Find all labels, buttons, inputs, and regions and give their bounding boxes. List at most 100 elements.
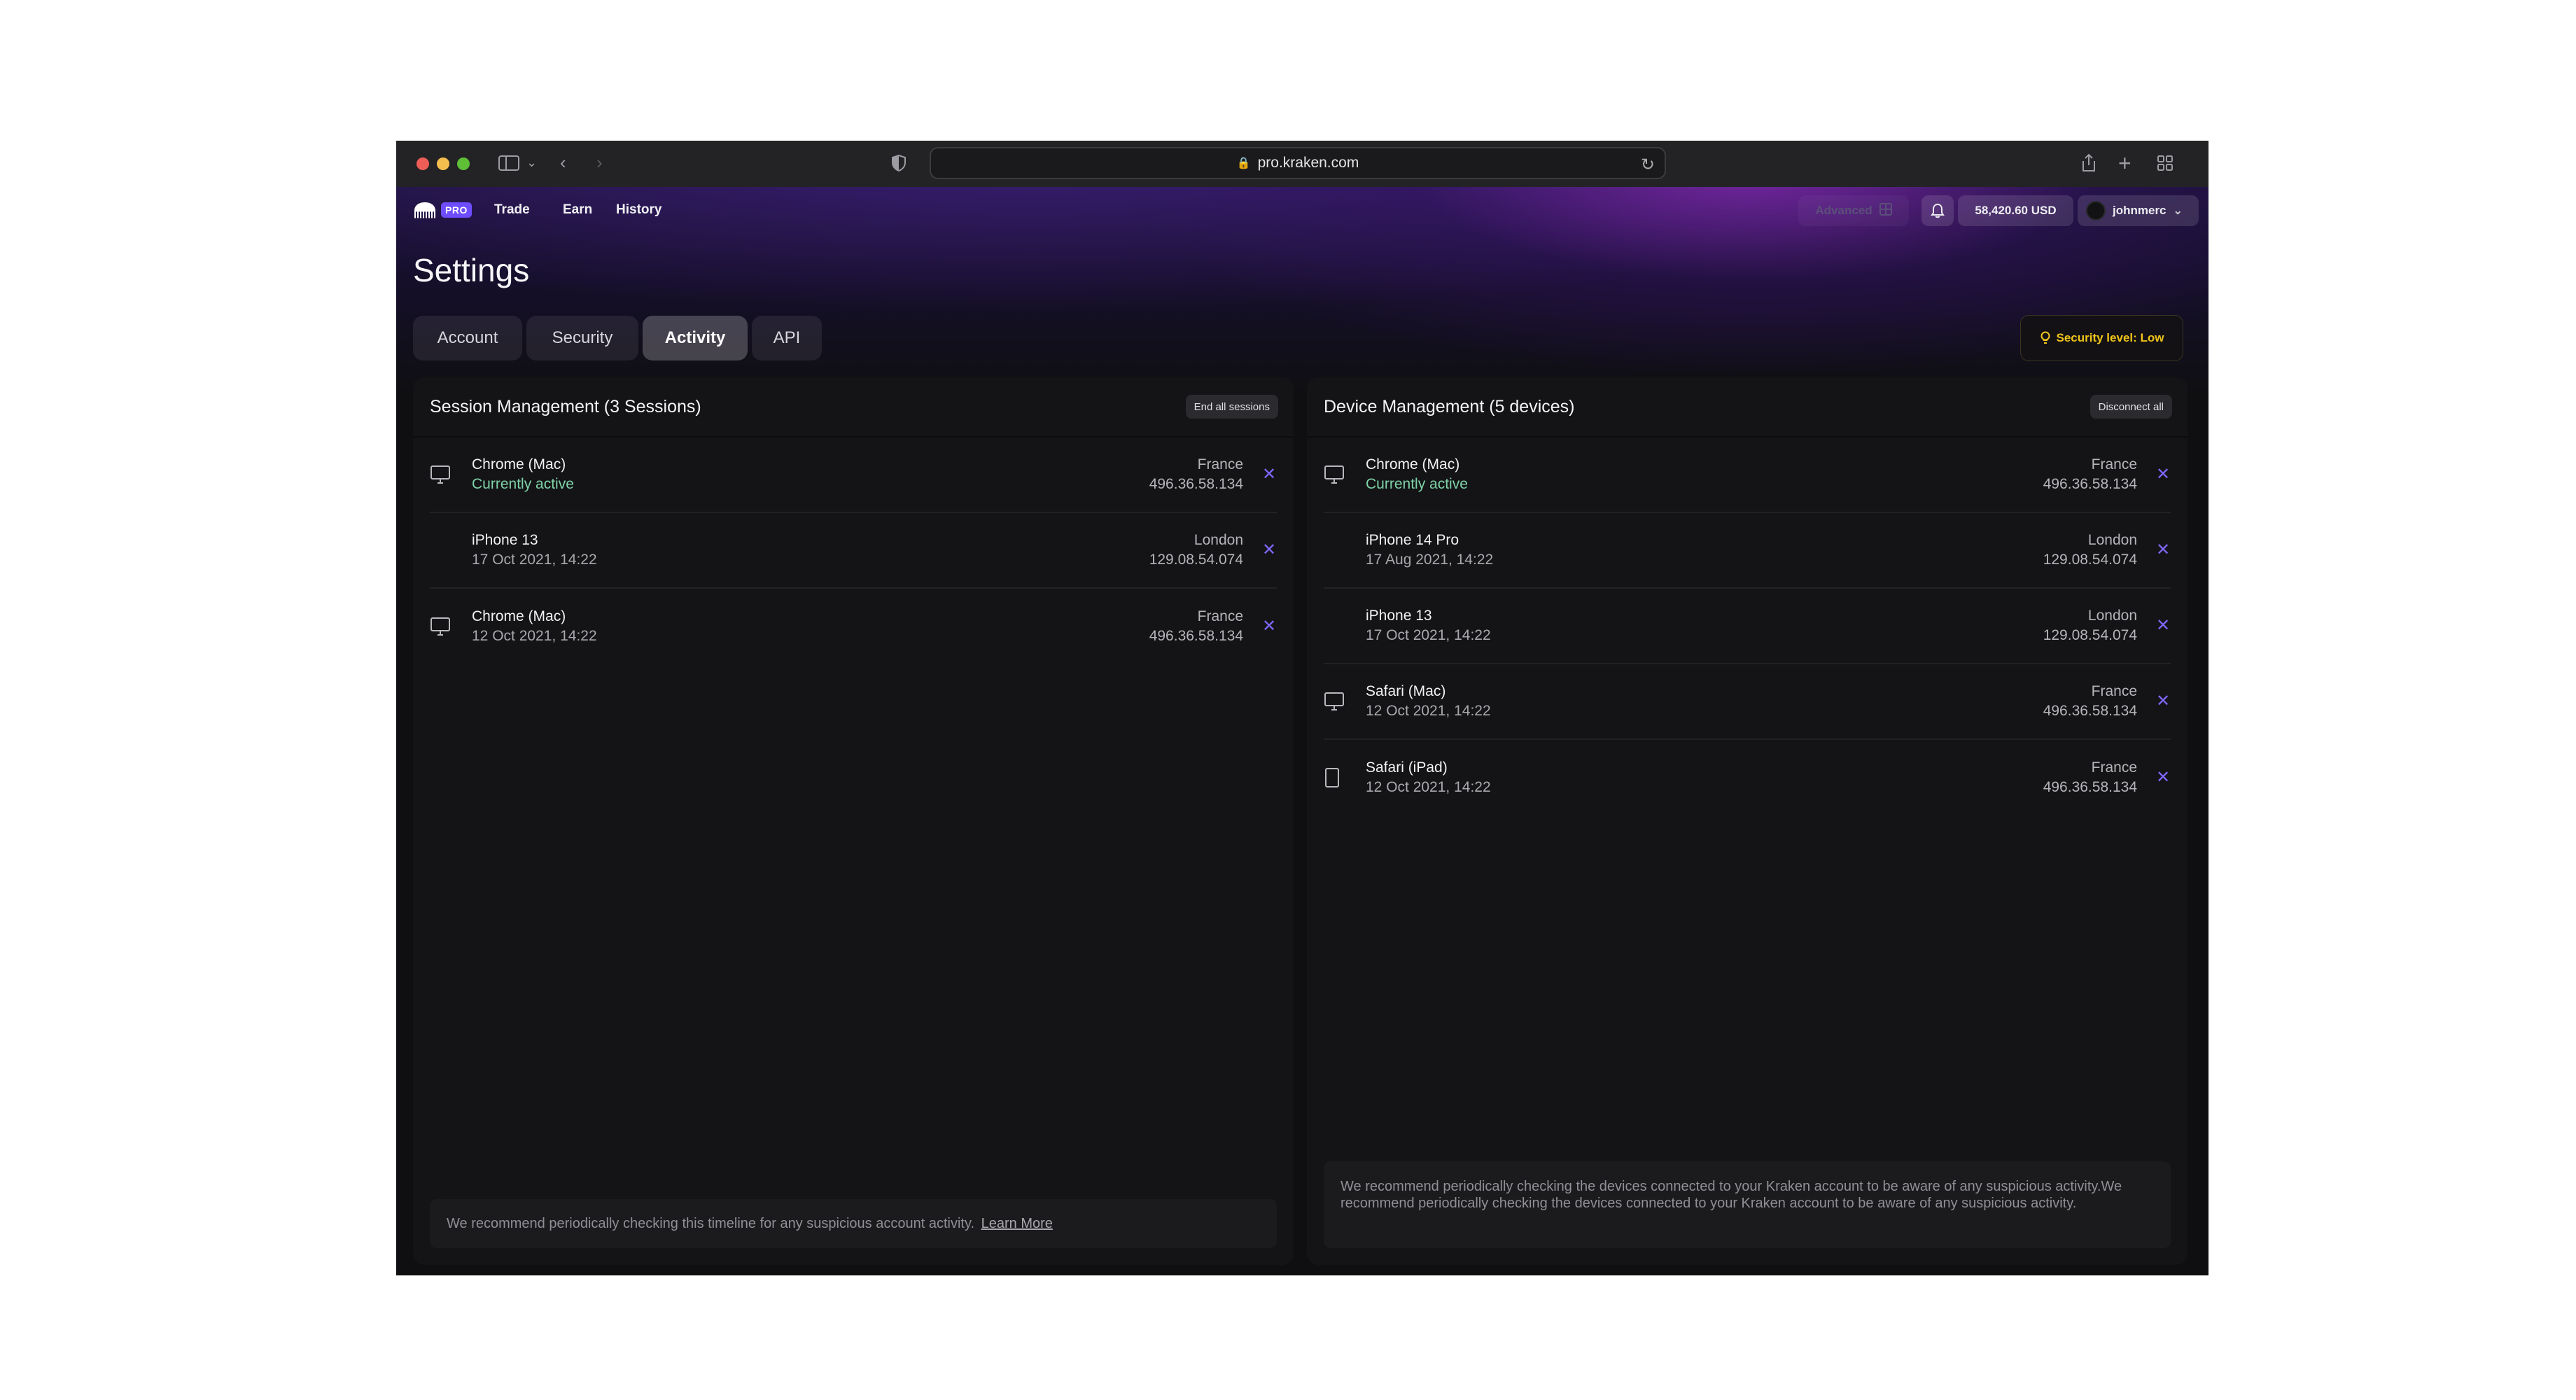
device-panel-header: Device Management (5 devices) Disconnect… [1307, 377, 2188, 438]
device-panel-title: Device Management (5 devices) [1324, 396, 1575, 416]
window-controls [416, 158, 470, 170]
close-icon[interactable]: ✕ [2155, 693, 2171, 710]
url-bar[interactable]: 🔒 pro.kraken.com ↻ [930, 147, 1666, 179]
close-icon[interactable]: ✕ [2155, 542, 2171, 559]
nav-link-trade[interactable]: Trade [494, 202, 530, 218]
session-device-name: iPhone 13 [472, 532, 538, 548]
tab-activity[interactable]: Activity [643, 316, 748, 360]
list-item: iPhone 13 17 Oct 2021, 14:22 London 129.… [430, 513, 1277, 589]
session-location: London [1194, 532, 1243, 548]
username: johnmerc [2113, 204, 2166, 217]
session-list: Chrome (Mac) Currently active France 496… [413, 438, 1294, 664]
forward-arrow-icon[interactable]: › [596, 153, 603, 172]
session-ip: 496.36.58.134 [1149, 476, 1243, 492]
security-level-text: Security level: Low [2056, 331, 2164, 344]
device-name: Chrome (Mac) [1366, 456, 1460, 472]
chevron-down-icon[interactable]: ⌄ [526, 156, 537, 169]
top-navigation: PRO Trade Earn History Advanced 58,420.6… [396, 187, 2208, 233]
device-location: France [2091, 760, 2137, 776]
list-item: iPhone 14 Pro 17 Aug 2021, 14:22 London … [1324, 513, 2171, 589]
desktop-icon [1324, 692, 1366, 711]
session-ip: 496.36.58.134 [1149, 628, 1243, 644]
close-icon[interactable]: ✕ [2155, 617, 2171, 634]
page-content: PRO Trade Earn History Advanced 58,420.6… [396, 187, 2208, 1275]
session-location: France [1197, 608, 1243, 624]
share-icon[interactable] [2080, 153, 2097, 176]
tab-security[interactable]: Security [526, 316, 638, 360]
close-icon[interactable]: ✕ [1261, 618, 1277, 635]
device-date: 12 Oct 2021, 14:22 [1366, 703, 1491, 719]
nav-link-earn[interactable]: Earn [563, 202, 592, 218]
list-item: Safari (iPad) 12 Oct 2021, 14:22 France … [1324, 740, 2171, 816]
device-management-panel: Device Management (5 devices) Disconnect… [1307, 377, 2188, 1265]
list-item: Chrome (Mac) Currently active France 496… [1324, 438, 2171, 513]
user-menu-button[interactable]: johnmerc ⌄ [2078, 195, 2199, 226]
session-date: 17 Oct 2021, 14:22 [472, 552, 597, 568]
kraken-logo[interactable]: PRO [413, 201, 472, 219]
device-ip: 496.36.58.134 [2043, 779, 2137, 795]
session-date: 12 Oct 2021, 14:22 [472, 628, 597, 644]
device-ip: 129.08.54.074 [2043, 627, 2137, 643]
lock-icon: 🔒 [1236, 158, 1251, 169]
close-icon[interactable]: ✕ [2155, 769, 2171, 786]
bulb-icon [2040, 331, 2050, 344]
url-text: pro.kraken.com [1257, 155, 1359, 171]
tab-api[interactable]: API [752, 316, 822, 360]
avatar [2086, 201, 2106, 220]
browser-window: ⌄ ‹ › 🔒 pro.kraken.com ↻ + PRO Trade Ear… [396, 141, 2208, 1275]
tab-overview-icon[interactable] [2157, 155, 2173, 174]
settings-tabs: Account Security Activity API [413, 316, 822, 360]
close-icon[interactable]: ✕ [1261, 466, 1277, 483]
learn-more-link[interactable]: Learn More [981, 1216, 1053, 1231]
session-device-name: Chrome (Mac) [472, 456, 566, 472]
pro-badge: PRO [441, 202, 472, 218]
advanced-mode-button[interactable]: Advanced [1798, 195, 1909, 226]
end-all-sessions-button[interactable]: End all sessions [1185, 395, 1278, 419]
tab-account[interactable]: Account [413, 316, 522, 360]
close-window-button[interactable] [416, 158, 429, 170]
session-device-name: Chrome (Mac) [472, 608, 566, 624]
privacy-shield-icon[interactable] [892, 154, 906, 174]
desktop-icon [1324, 465, 1366, 484]
advanced-label: Advanced [1815, 204, 1872, 217]
page-title: Settings [413, 252, 530, 288]
device-name: Safari (Mac) [1366, 683, 1446, 699]
back-arrow-icon[interactable]: ‹ [560, 153, 566, 172]
nav-link-history[interactable]: History [616, 202, 662, 218]
session-status: Currently active [472, 476, 574, 492]
device-date: 17 Oct 2021, 14:22 [1366, 627, 1491, 643]
device-info-note: We recommend periodically checking the d… [1324, 1161, 2171, 1248]
security-level-badge[interactable]: Security level: Low [2020, 315, 2183, 361]
notifications-button[interactable] [1921, 195, 1954, 226]
list-item: Chrome (Mac) 12 Oct 2021, 14:22 France 4… [430, 589, 1277, 664]
minimize-window-button[interactable] [437, 158, 449, 170]
close-icon[interactable]: ✕ [2155, 466, 2171, 483]
close-icon[interactable]: ✕ [1261, 542, 1277, 559]
device-ip: 496.36.58.134 [2043, 476, 2137, 492]
browser-toolbar: ⌄ ‹ › 🔒 pro.kraken.com ↻ + [396, 141, 2208, 187]
kraken-logo-icon [414, 202, 435, 218]
session-ip: 129.08.54.074 [1149, 552, 1243, 568]
device-date: 17 Aug 2021, 14:22 [1366, 552, 1494, 568]
session-panel-title: Session Management (3 Sessions) [430, 396, 701, 416]
device-ip: 496.36.58.134 [2043, 703, 2137, 719]
tablet-icon [1324, 767, 1366, 788]
list-item: Safari (Mac) 12 Oct 2021, 14:22 France 4… [1324, 664, 2171, 740]
session-info-note: We recommend periodically checking this … [430, 1199, 1277, 1248]
new-tab-icon[interactable]: + [2118, 152, 2132, 174]
session-note-text: We recommend periodically checking this … [447, 1216, 975, 1231]
device-location: France [2091, 456, 2137, 472]
device-list: Chrome (Mac) Currently active France 496… [1307, 438, 2188, 816]
session-management-panel: Session Management (3 Sessions) End all … [413, 377, 1294, 1265]
device-date: 12 Oct 2021, 14:22 [1366, 779, 1491, 795]
disconnect-all-button[interactable]: Disconnect all [2090, 395, 2172, 419]
reload-icon[interactable]: ↻ [1641, 155, 1655, 175]
sidebar-toggle-icon[interactable] [498, 155, 519, 174]
desktop-icon [430, 617, 472, 636]
device-location: London [2087, 608, 2137, 624]
maximize-window-button[interactable] [457, 158, 470, 170]
advanced-grid-icon [1879, 202, 1892, 219]
balance-button[interactable]: 58,420.60 USD [1958, 195, 2073, 226]
chevron-down-icon: ⌄ [2173, 205, 2183, 217]
device-name: iPhone 13 [1366, 608, 1432, 624]
